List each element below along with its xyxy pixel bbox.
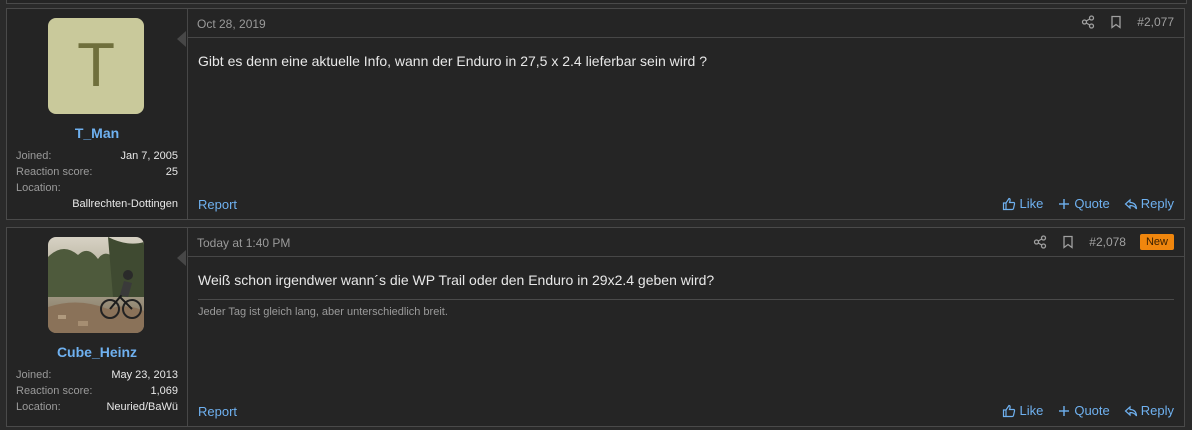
share-icon[interactable]: [1033, 235, 1047, 249]
location-value[interactable]: Neuried/BaWü: [106, 399, 178, 415]
user-stats: Joined: May 23, 2013 Reaction score: 1,069…: [16, 367, 178, 415]
report-link[interactable]: Report: [198, 197, 237, 212]
location-value[interactable]: Ballrechten-Dottingen: [16, 196, 178, 212]
user-info-panel: T T_Man Joined: Jan 7, 2005 Reaction scor…: [7, 9, 188, 219]
new-badge: New: [1139, 234, 1174, 250]
reply-arrow-icon: [1124, 405, 1137, 416]
user-info-panel: Cube_Heinz Joined: May 23, 2013 Reaction …: [7, 228, 188, 426]
report-link[interactable]: Report: [198, 404, 237, 419]
post-header: Oct 28, 2019 #2,077: [188, 9, 1184, 38]
like-label: Like: [1019, 403, 1044, 418]
post-number[interactable]: #2,078: [1089, 235, 1126, 249]
avatar-photo: [48, 237, 144, 333]
reply-arrow-icon: [1124, 198, 1137, 209]
quote-label: Quote: [1074, 196, 1110, 211]
post-main: Oct 28, 2019 #2,077 Gibt es denn eine ak…: [188, 9, 1184, 219]
user-stats: Joined: Jan 7, 2005 Reaction score: 25 Loc…: [16, 148, 178, 212]
bookmark-icon[interactable]: [1061, 235, 1075, 249]
reply-label: Reply: [1140, 403, 1174, 418]
like-button[interactable]: Like: [1002, 403, 1043, 418]
reply-button[interactable]: Reply: [1124, 196, 1174, 211]
post-footer: Report Like Quote Reply: [188, 195, 1184, 215]
reply-label: Reply: [1140, 196, 1174, 211]
location-label: Location:: [16, 182, 61, 194]
post: T T_Man Joined: Jan 7, 2005 Reaction scor…: [6, 8, 1185, 220]
like-label: Like: [1019, 196, 1044, 211]
quote-label: Quote: [1074, 403, 1110, 418]
username[interactable]: Cube_Heinz: [7, 344, 187, 360]
location-label: Location:: [16, 401, 61, 413]
post-header: Today at 1:40 PM #2,078 New: [188, 228, 1184, 257]
post-message: Gibt es denn eine aktuelle Info, wann de…: [198, 53, 707, 69]
plus-icon: [1059, 198, 1070, 209]
joined-label: Joined:: [16, 150, 52, 162]
post: Cube_Heinz Joined: May 23, 2013 Reaction …: [6, 227, 1185, 427]
reaction-score-label: Reaction score:: [16, 385, 93, 397]
signature: Jeder Tag ist gleich lang, aber untersch…: [198, 306, 448, 318]
post-number[interactable]: #2,077: [1137, 15, 1174, 29]
quote-button[interactable]: Quote: [1057, 403, 1110, 418]
avatar[interactable]: [48, 237, 144, 333]
speech-arrow: [177, 250, 186, 266]
joined-value: Jan 7, 2005: [120, 150, 179, 162]
joined-label: Joined:: [16, 369, 52, 381]
like-button[interactable]: Like: [1002, 196, 1043, 211]
post-footer: Report Like Quote Reply: [188, 402, 1184, 422]
reply-button[interactable]: Reply: [1124, 403, 1174, 418]
username[interactable]: T_Man: [7, 125, 187, 141]
reaction-score-value: 25: [165, 166, 178, 178]
plus-icon: [1059, 405, 1070, 416]
thumbs-up-icon: [1003, 197, 1016, 210]
quote-button[interactable]: Quote: [1057, 196, 1110, 211]
speech-arrow: [177, 31, 186, 47]
post-date[interactable]: Today at 1:40 PM: [197, 236, 290, 250]
signature-divider: [198, 299, 1174, 300]
post-date[interactable]: Oct 28, 2019: [197, 17, 266, 31]
joined-value: May 23, 2013: [111, 369, 178, 381]
reaction-score-label: Reaction score:: [16, 166, 93, 178]
previous-post-edge: [6, 0, 1187, 4]
share-icon[interactable]: [1081, 15, 1095, 29]
bookmark-icon[interactable]: [1109, 15, 1123, 29]
avatar[interactable]: T: [48, 18, 144, 114]
post-main: Today at 1:40 PM #2,078 New Weiß schon i…: [188, 228, 1184, 426]
post-message: Weiß schon irgendwer wann´s die WP Trail…: [198, 272, 715, 288]
reaction-score-value: 1,069: [150, 385, 178, 397]
thumbs-up-icon: [1003, 404, 1016, 417]
